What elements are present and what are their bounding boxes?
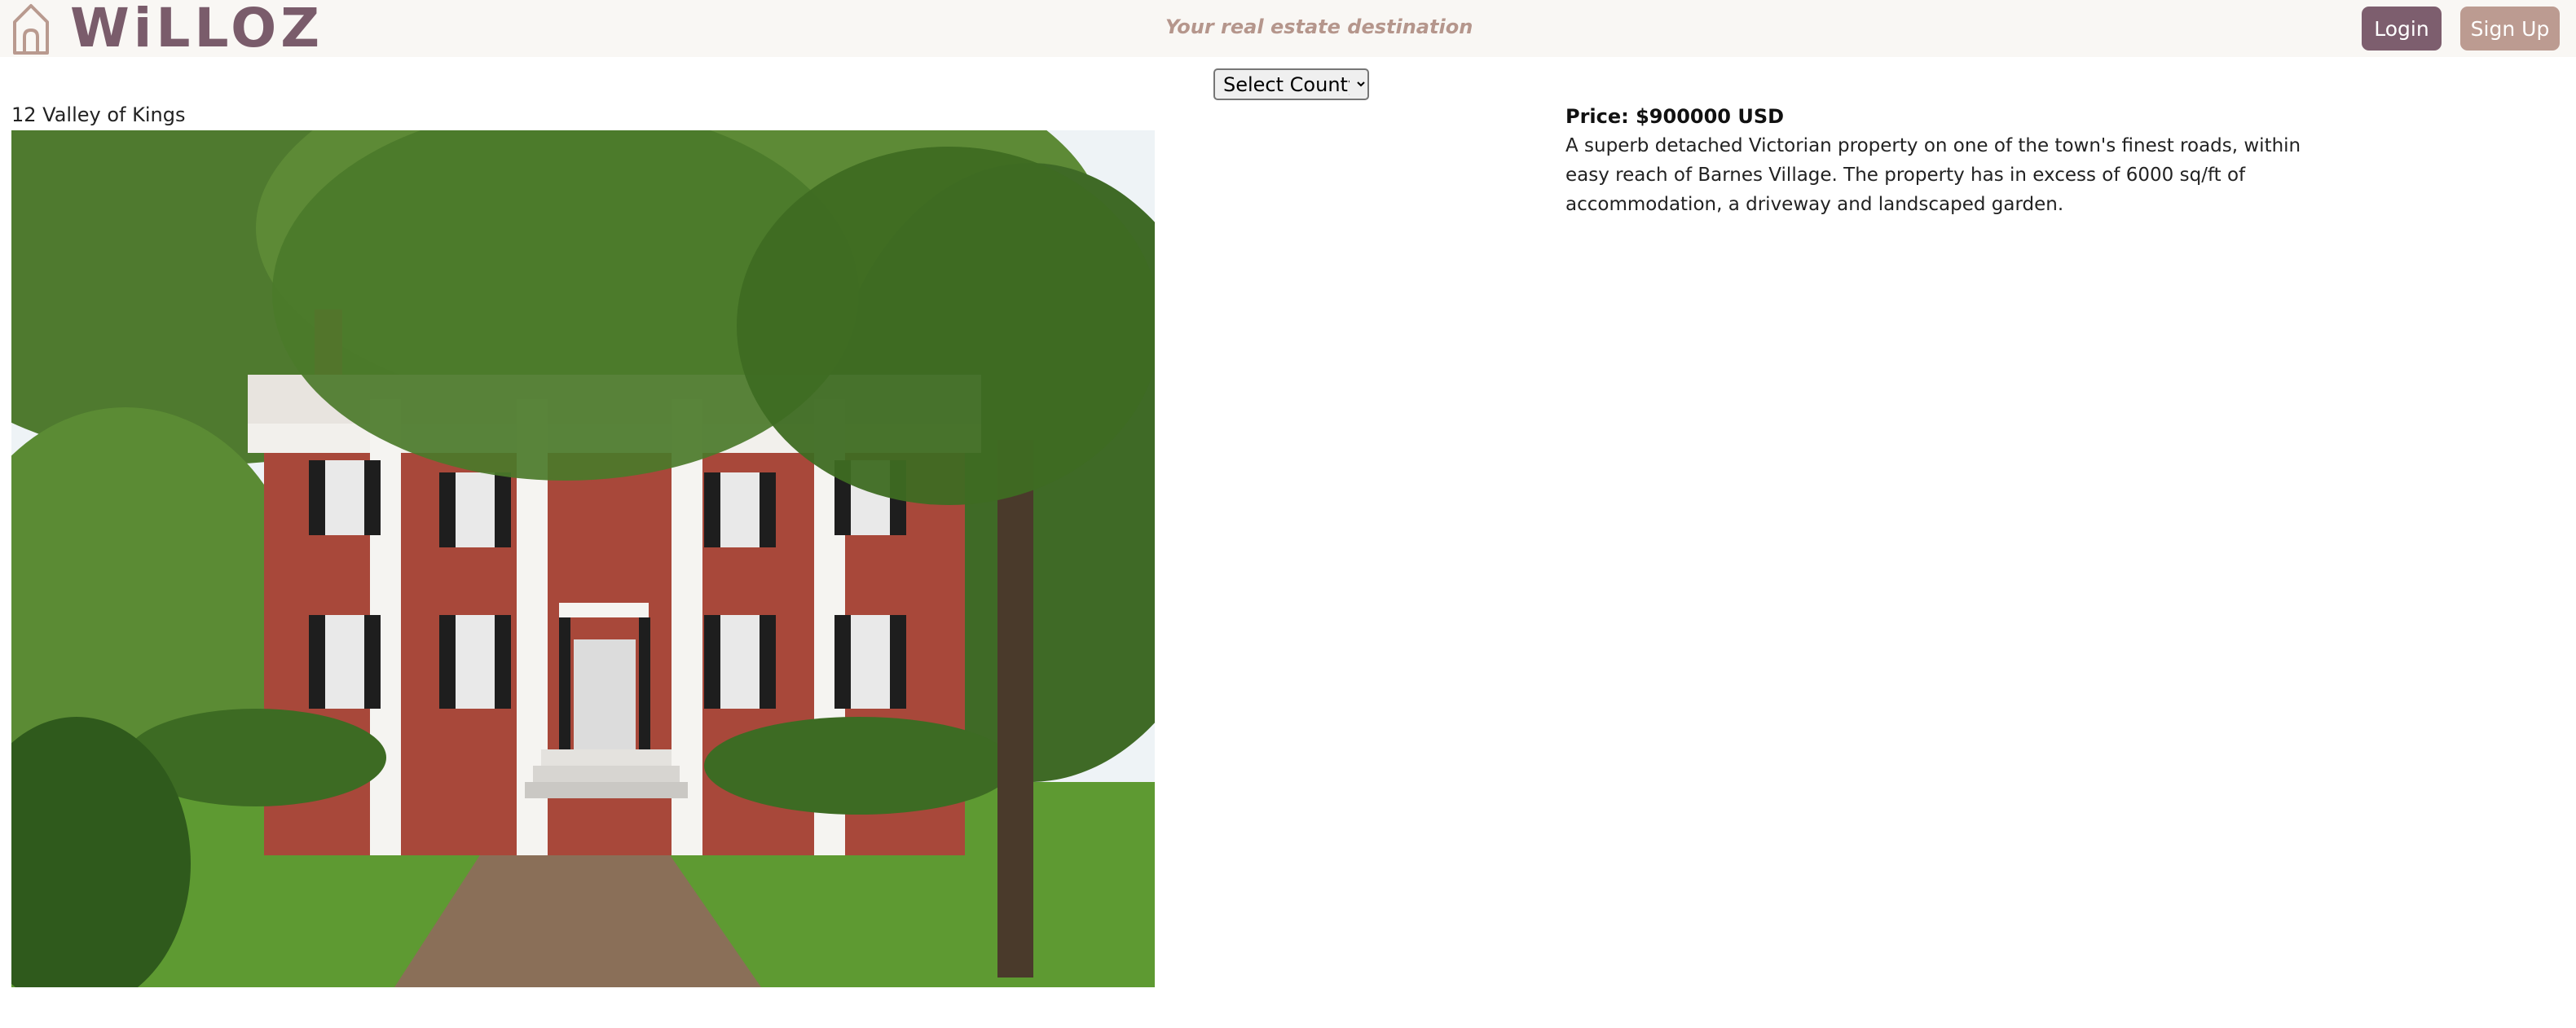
top-header: WiLLOZ Your real estate destination Logi…	[0, 0, 2576, 57]
signup-button[interactable]: Sign Up	[2460, 7, 2560, 51]
tagline: Your real estate destination	[1165, 15, 1473, 38]
property-address: 12 Valley of Kings	[11, 103, 186, 126]
login-button[interactable]: Login	[2362, 7, 2442, 51]
house-icon	[13, 4, 49, 55]
property-price: Price: $900000 USD	[1565, 105, 1785, 128]
listing-details: Price: $900000 USD A superb detached Vic…	[1565, 103, 2332, 219]
county-select[interactable]: Select County	[1213, 68, 1369, 100]
house-photo-illustration	[11, 130, 1155, 987]
logo-text: WiLLOZ	[70, 0, 324, 59]
property-description: A superb detached Victorian property on …	[1565, 135, 2301, 215]
logo[interactable]: WiLLOZ	[11, 0, 324, 57]
property-photo	[11, 130, 1155, 987]
